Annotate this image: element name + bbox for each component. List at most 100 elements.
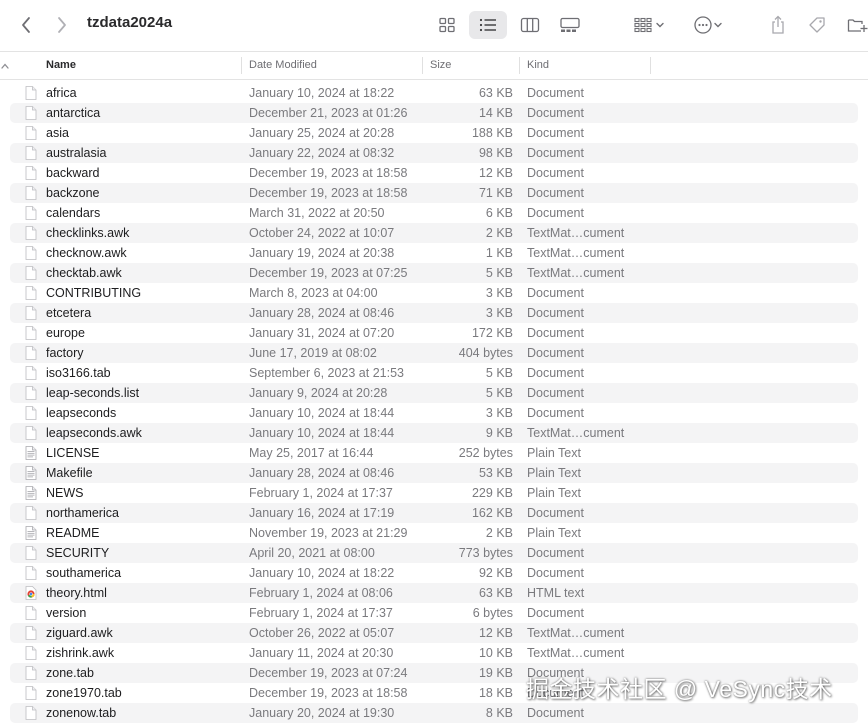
- file-size: 18 KB: [478, 686, 513, 700]
- icon-view-button[interactable]: [433, 12, 461, 38]
- watermark: 掘金技术社区 @ VeSync技术: [526, 676, 833, 702]
- file-row[interactable]: antarctica December 21, 2023 at 01:26 14 K…: [10, 103, 858, 123]
- file-size: 252 bytes: [458, 446, 513, 460]
- file-kind: Document: [527, 706, 584, 720]
- file-row[interactable]: README November 19, 2023 at 21:29 2 KB Plai…: [10, 523, 858, 543]
- file-row[interactable]: ziguard.awk October 26, 2022 at 05:07 12 K…: [10, 623, 858, 643]
- file-date-modified: January 19, 2024 at 20:38: [249, 246, 395, 260]
- file-row[interactable]: europe January 31, 2024 at 07:20 172 KB Doc…: [10, 323, 858, 343]
- file-date-modified: January 9, 2024 at 20:28: [249, 386, 388, 400]
- column-header-name[interactable]: Name: [46, 52, 76, 79]
- group-button[interactable]: [628, 12, 670, 38]
- file-name: africa: [46, 86, 77, 100]
- document-icon: [25, 266, 37, 280]
- file-row[interactable]: zishrink.awk January 11, 2024 at 20:30 10 …: [10, 643, 858, 663]
- file-name: leapseconds: [46, 406, 117, 420]
- file-name: checktab.awk: [46, 266, 122, 280]
- file-kind: Document: [527, 146, 584, 160]
- list-view-icon: [478, 17, 498, 33]
- file-row[interactable]: leap-seconds.list January 9, 2024 at 20:2…: [10, 383, 858, 403]
- chevron-right-icon: [56, 16, 68, 34]
- file-row[interactable]: backward December 19, 2023 at 18:58 12 KB D…: [10, 163, 858, 183]
- file-row[interactable]: leapseconds.awk January 10, 2024 at 18:44…: [10, 423, 858, 443]
- file-row[interactable]: SECURITY April 20, 2021 at 08:00 773 bytes…: [10, 543, 858, 563]
- file-kind: Plain Text: [527, 446, 581, 460]
- file-row[interactable]: theory.html February 1, 2024 at 08:06 63 K…: [10, 583, 858, 603]
- back-button[interactable]: [14, 12, 38, 38]
- gallery-view-button[interactable]: [556, 12, 584, 38]
- column-separator[interactable]: [650, 57, 651, 74]
- file-name: southamerica: [46, 566, 122, 580]
- toolbar: tzdata2024a: [0, 0, 868, 50]
- forward-button[interactable]: [50, 12, 74, 38]
- document-icon: [25, 686, 37, 700]
- list-view-button[interactable]: [469, 11, 507, 39]
- file-row[interactable]: zonenow.tab January 20, 2024 at 19:30 8 KB…: [10, 703, 858, 723]
- file-name: factory: [46, 346, 84, 360]
- tag-button[interactable]: [804, 12, 830, 38]
- file-date-modified: January 28, 2024 at 08:46: [249, 306, 395, 320]
- chrome-html-icon: [25, 586, 37, 600]
- file-size: 172 KB: [471, 326, 513, 340]
- column-header-date-modified[interactable]: Date Modified: [249, 52, 317, 79]
- file-row[interactable]: africa January 10, 2024 at 18:22 63 KB Docu…: [10, 83, 858, 103]
- file-size: 188 KB: [471, 126, 513, 140]
- file-row[interactable]: checknow.awk January 19, 2024 at 20:38 1 K…: [10, 243, 858, 263]
- file-name: leap-seconds.list: [46, 386, 140, 400]
- file-row[interactable]: checktab.awk December 19, 2023 at 07:25 5 …: [10, 263, 858, 283]
- file-kind: TextMat…cument: [527, 626, 625, 640]
- file-row[interactable]: australasia January 22, 2024 at 08:32 98 K…: [10, 143, 858, 163]
- file-size: 71 KB: [478, 186, 513, 200]
- finder-window: tzdata2024a Name Date Modified Size Kind…: [0, 0, 868, 723]
- action-menu-button[interactable]: [688, 12, 728, 38]
- file-kind: TextMat…cument: [527, 246, 625, 260]
- file-kind: Document: [527, 126, 584, 140]
- document-icon: [25, 386, 37, 400]
- column-separator[interactable]: [519, 57, 520, 74]
- file-row[interactable]: etcetera January 28, 2024 at 08:46 3 KB Doc…: [10, 303, 858, 323]
- file-row[interactable]: NEWS February 1, 2024 at 17:37 229 KB Plain…: [10, 483, 858, 503]
- file-row[interactable]: asia January 25, 2024 at 20:28 188 KB Docum…: [10, 123, 858, 143]
- file-kind: Document: [527, 326, 584, 340]
- file-row[interactable]: CONTRIBUTING March 8, 2023 at 04:00 3 KB Do…: [10, 283, 858, 303]
- text-document-icon: [25, 526, 37, 540]
- share-button[interactable]: [766, 12, 790, 38]
- column-separator[interactable]: [422, 57, 423, 74]
- file-row[interactable]: southamerica January 10, 2024 at 18:22 92 …: [10, 563, 858, 583]
- file-row[interactable]: checklinks.awk October 24, 2022 at 10:07 2…: [10, 223, 858, 243]
- file-row[interactable]: northamerica January 16, 2024 at 17:19 162…: [10, 503, 858, 523]
- column-view-button[interactable]: [516, 12, 544, 38]
- file-row[interactable]: backzone December 19, 2023 at 18:58 71 KB D…: [10, 183, 858, 203]
- column-header-kind[interactable]: Kind: [527, 52, 549, 79]
- document-icon: [25, 166, 37, 180]
- file-kind: Document: [527, 106, 584, 120]
- document-icon: [25, 246, 37, 260]
- file-size: 92 KB: [478, 566, 513, 580]
- file-date-modified: February 1, 2024 at 17:37: [249, 486, 393, 500]
- file-row[interactable]: LICENSE May 25, 2017 at 16:44 252 bytes Pla…: [10, 443, 858, 463]
- chevron-left-icon: [20, 16, 32, 34]
- new-folder-button[interactable]: [845, 12, 868, 38]
- document-icon: [25, 326, 37, 340]
- column-separator[interactable]: [241, 57, 242, 74]
- file-name: northamerica: [46, 506, 119, 520]
- file-row[interactable]: calendars March 31, 2022 at 20:50 6 KB Docu…: [10, 203, 858, 223]
- file-row[interactable]: leapseconds January 10, 2024 at 18:44 3 KB…: [10, 403, 858, 423]
- document-icon: [25, 546, 37, 560]
- file-size: 773 bytes: [458, 546, 513, 560]
- document-icon: [25, 206, 37, 220]
- file-name: zone1970.tab: [46, 686, 122, 700]
- file-kind: Document: [527, 566, 584, 580]
- file-date-modified: June 17, 2019 at 08:02: [249, 346, 377, 360]
- file-row[interactable]: iso3166.tab September 6, 2023 at 21:53 5 K…: [10, 363, 858, 383]
- file-row[interactable]: version February 1, 2024 at 17:37 6 bytes D…: [10, 603, 858, 623]
- document-icon: [25, 606, 37, 620]
- document-icon: [25, 346, 37, 360]
- file-row[interactable]: Makefile January 28, 2024 at 08:46 53 KB Pl…: [10, 463, 858, 483]
- file-name: backward: [46, 166, 100, 180]
- column-header-size[interactable]: Size: [430, 52, 451, 79]
- file-size: 5 KB: [485, 366, 513, 380]
- column-view-icon: [520, 17, 540, 33]
- file-name: iso3166.tab: [46, 366, 111, 380]
- file-row[interactable]: factory June 17, 2019 at 08:02 404 bytes Do…: [10, 343, 858, 363]
